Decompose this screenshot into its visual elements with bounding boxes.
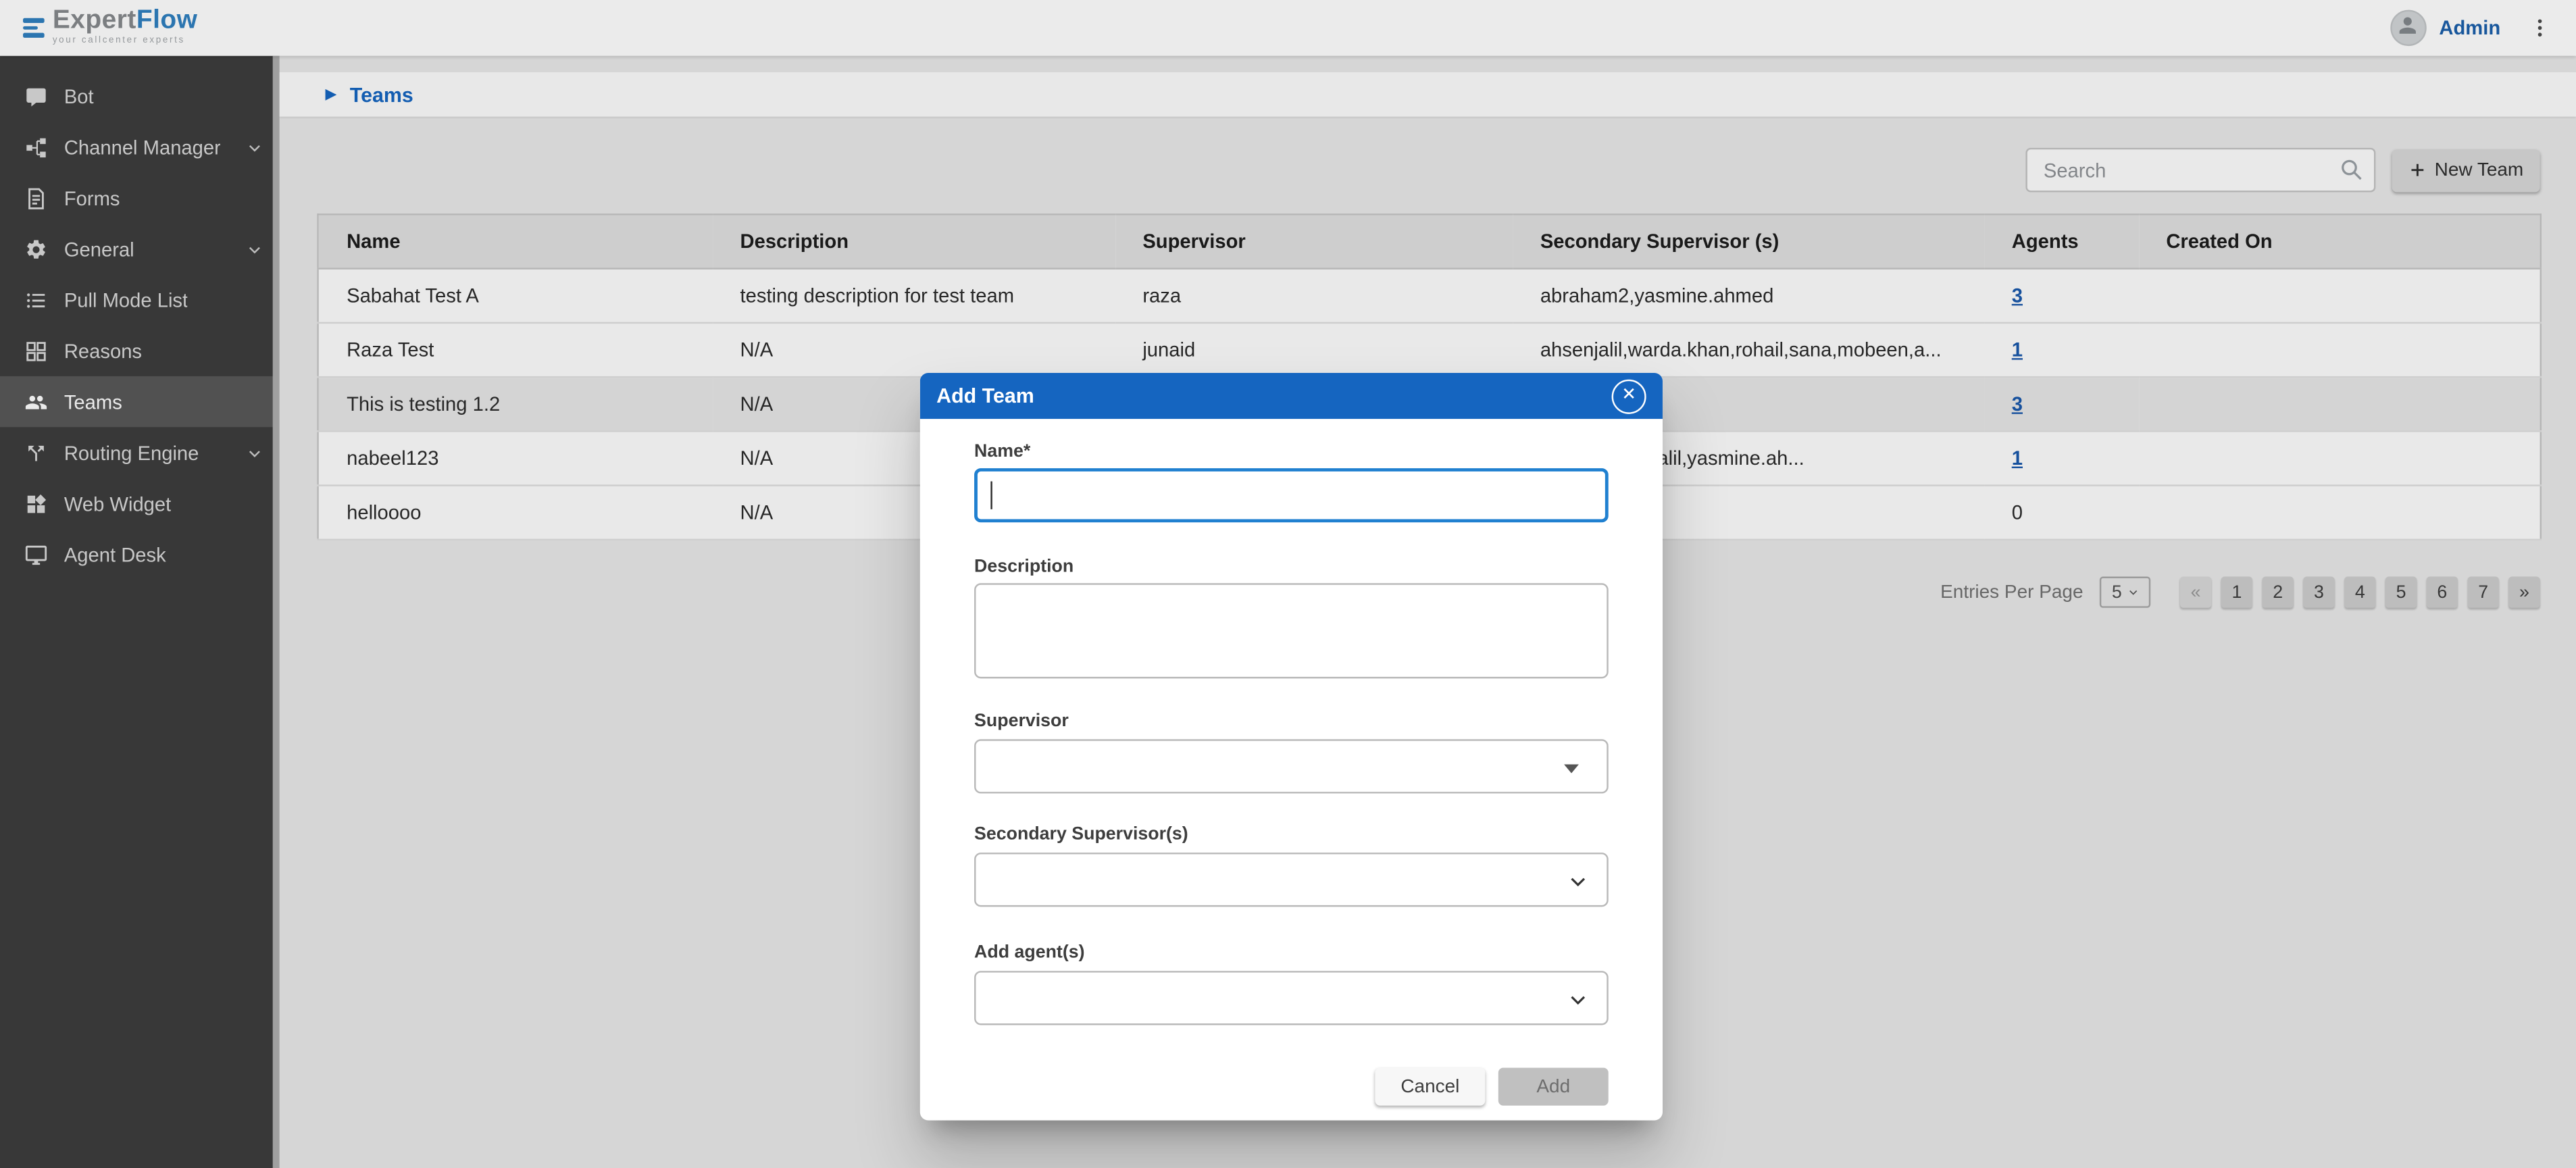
text-caret — [990, 482, 992, 509]
secondary-supervisor-label: Secondary Supervisor(s) — [974, 825, 1609, 844]
add-agents-select[interactable] — [974, 971, 1609, 1025]
secondary-supervisor-select[interactable] — [974, 853, 1609, 907]
supervisor-label: Supervisor — [974, 711, 1609, 731]
description-textarea[interactable] — [974, 583, 1609, 678]
add-team-modal: Add Team Name* Description Supervisor Se… — [920, 373, 1663, 1120]
supervisor-select[interactable] — [974, 739, 1609, 793]
app: ExpertFlow your callcenter experts Admin… — [0, 0, 2576, 1168]
modal-title: Add Team — [936, 384, 1034, 407]
name-input[interactable] — [974, 468, 1609, 522]
close-icon — [1620, 381, 1638, 411]
close-button[interactable] — [1612, 379, 1646, 413]
chevron-down-icon — [1567, 989, 1589, 1011]
add-agents-label: Add agent(s) — [974, 943, 1609, 963]
description-label: Description — [974, 557, 1609, 576]
modal-actions: Cancel Add — [974, 1068, 1609, 1106]
chevron-down-icon — [1567, 871, 1589, 892]
modal-body: Name* Description Supervisor Secondary S… — [920, 442, 1663, 1105]
name-label: Name* — [974, 442, 1609, 461]
add-button[interactable]: Add — [1498, 1068, 1609, 1106]
dropdown-caret-icon — [1564, 764, 1579, 774]
modal-header: Add Team — [920, 373, 1663, 419]
cancel-button[interactable]: Cancel — [1375, 1068, 1485, 1106]
name-field-wrap — [974, 468, 1609, 522]
